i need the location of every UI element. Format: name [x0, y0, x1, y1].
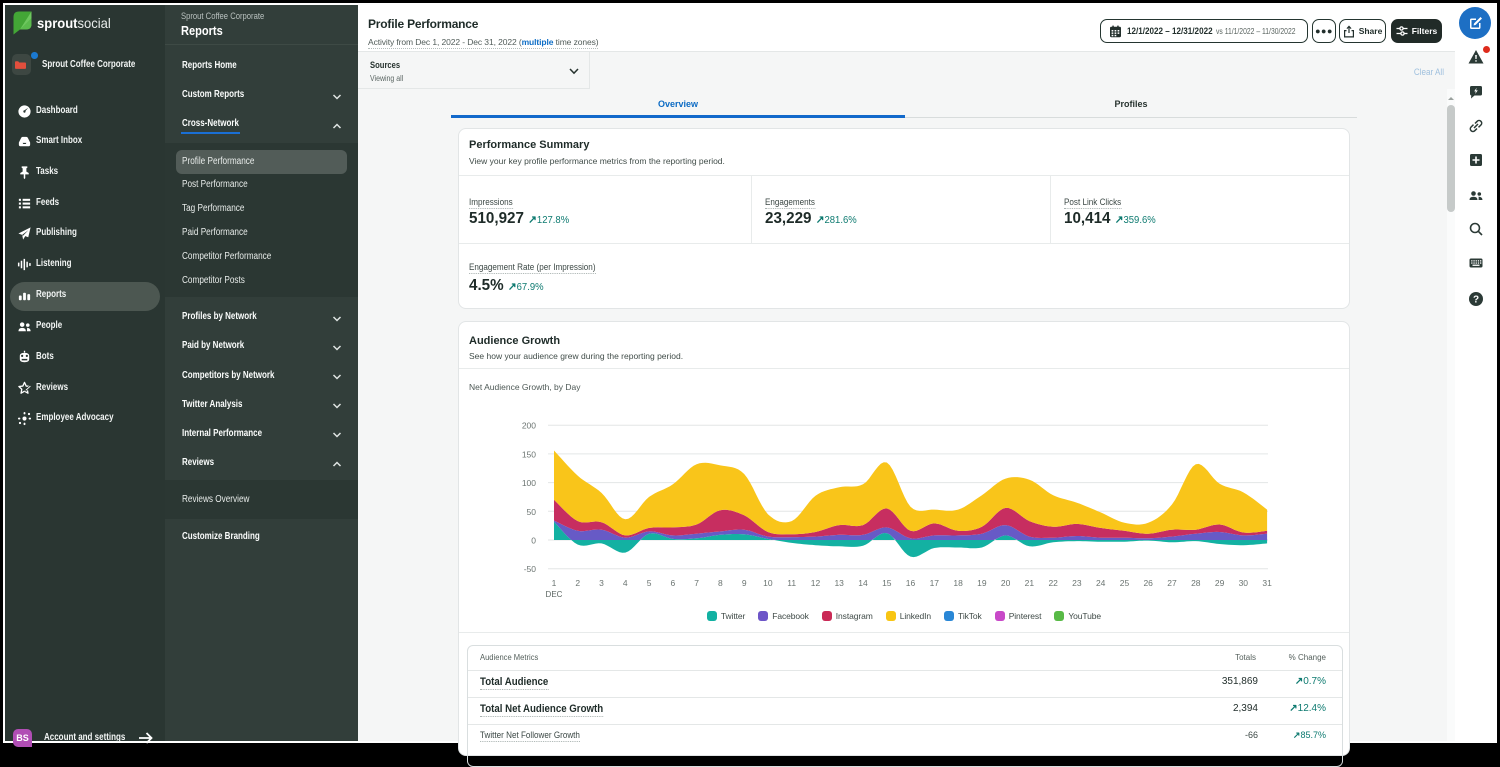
svg-text:DEC: DEC [546, 590, 563, 599]
svg-text:18: 18 [953, 578, 963, 588]
svg-text:28: 28 [1191, 578, 1201, 588]
svg-text:50: 50 [527, 507, 537, 517]
svg-text:3: 3 [599, 578, 604, 588]
svg-text:-50: -50 [524, 564, 537, 574]
svg-text:14: 14 [858, 578, 868, 588]
svg-text:19: 19 [977, 578, 987, 588]
svg-text:21: 21 [1025, 578, 1035, 588]
svg-text:20: 20 [1001, 578, 1011, 588]
svg-text:8: 8 [718, 578, 723, 588]
svg-text:11: 11 [787, 578, 796, 588]
svg-text:200: 200 [522, 421, 536, 431]
svg-text:5: 5 [647, 578, 652, 588]
svg-text:26: 26 [1143, 578, 1153, 588]
svg-text:16: 16 [906, 578, 916, 588]
svg-text:29: 29 [1215, 578, 1225, 588]
svg-text:22: 22 [1048, 578, 1058, 588]
svg-text:7: 7 [694, 578, 699, 588]
svg-text:25: 25 [1120, 578, 1130, 588]
svg-text:31: 31 [1262, 578, 1272, 588]
svg-text:24: 24 [1096, 578, 1106, 588]
svg-text:150: 150 [522, 449, 536, 459]
svg-text:23: 23 [1072, 578, 1082, 588]
svg-text:9: 9 [742, 578, 747, 588]
svg-text:2: 2 [575, 578, 580, 588]
svg-text:30: 30 [1239, 578, 1249, 588]
svg-text:6: 6 [671, 578, 676, 588]
svg-text:10: 10 [763, 578, 773, 588]
svg-text:27: 27 [1167, 578, 1177, 588]
svg-text:4: 4 [623, 578, 628, 588]
svg-text:?: ? [1473, 295, 1479, 306]
svg-text:13: 13 [834, 578, 844, 588]
svg-text:15: 15 [882, 578, 892, 588]
svg-text:0: 0 [531, 536, 536, 546]
svg-text:17: 17 [930, 578, 940, 588]
svg-text:12: 12 [811, 578, 821, 588]
svg-text:1: 1 [552, 578, 557, 588]
svg-text:100: 100 [522, 478, 536, 488]
